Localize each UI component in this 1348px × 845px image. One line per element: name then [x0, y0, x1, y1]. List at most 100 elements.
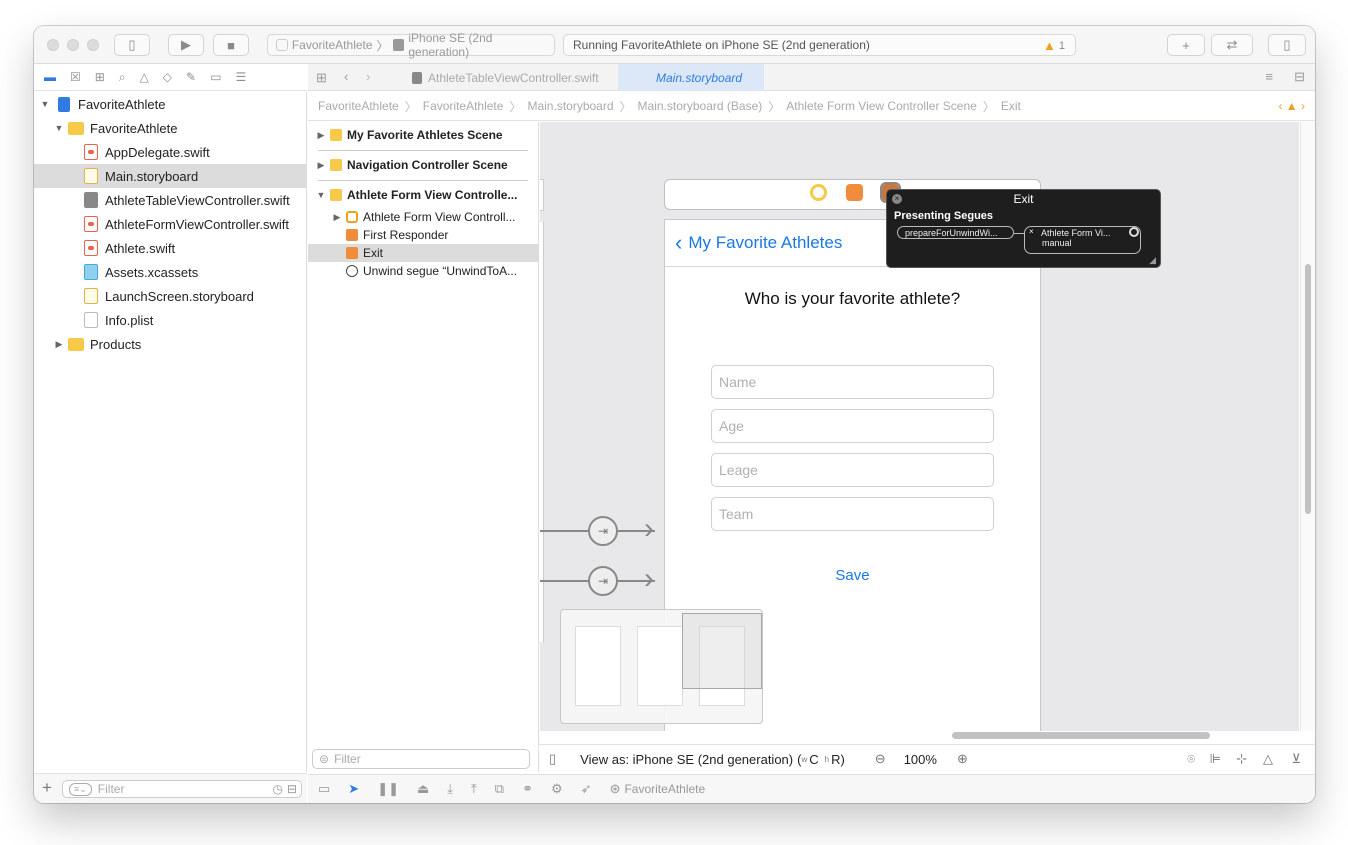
symbol-icon[interactable]: ⊞	[95, 70, 105, 84]
first-responder-icon[interactable]	[846, 184, 863, 201]
toggle-inspector-button[interactable]: ▯	[1268, 34, 1306, 56]
canvas-minimap[interactable]	[560, 609, 763, 724]
breakpoints-toggle-icon[interactable]: ➤	[348, 781, 359, 797]
scroll-thumb[interactable]	[1305, 264, 1311, 514]
breakpoint-icon[interactable]: ▭	[210, 70, 221, 84]
age-field[interactable]: Age	[711, 409, 994, 443]
navigator-filter-input[interactable]: ≡⌄ Filter ◷ ⊟	[62, 780, 302, 798]
filter-options-icon[interactable]: ≡⌄	[69, 782, 92, 796]
list-item[interactable]: AthleteTableViewController.swift	[34, 188, 307, 212]
outline-toggle-icon[interactable]: ▯	[549, 751, 556, 767]
disclosure-open-icon[interactable]: ▼	[54, 123, 64, 133]
save-button[interactable]: Save	[665, 567, 1040, 584]
align-icon[interactable]: ⊫	[1210, 751, 1221, 767]
step-in-icon[interactable]: ⤓	[447, 781, 453, 797]
disclosure-closed-icon[interactable]: ▶	[316, 160, 326, 171]
segue-icon[interactable]: ⇥	[588, 516, 618, 546]
list-item[interactable]: AthleteFormViewController.swift	[34, 212, 307, 236]
list-item[interactable]: ▼ FavoriteAthlete	[34, 116, 307, 140]
connection-circle-icon[interactable]	[1129, 227, 1139, 237]
search-icon[interactable]: ⌕	[119, 70, 126, 85]
back-button[interactable]: My Favorite Athletes	[688, 233, 842, 253]
warning-indicator[interactable]: ▲ 1	[1043, 38, 1065, 53]
source-control-icon[interactable]: ☒	[70, 70, 81, 84]
resize-handle-icon[interactable]: ◢	[1149, 255, 1156, 266]
add-file-button[interactable]: +	[42, 778, 52, 798]
horizontal-scroll-thumb[interactable]	[952, 732, 1210, 739]
breadcrumb[interactable]: Athlete Form View Controller Scene	[786, 99, 977, 113]
library-button[interactable]: +	[1167, 34, 1205, 56]
list-item[interactable]: ▶ Products	[34, 332, 307, 356]
list-item[interactable]: Assets.xcassets	[34, 260, 307, 284]
outline-filter-input[interactable]: ⊜ Filter	[312, 749, 530, 769]
list-item[interactable]: Athlete.swift	[34, 236, 307, 260]
step-out-icon[interactable]: ⤒	[471, 781, 477, 797]
outline-item[interactable]: ▶ Athlete Form View Controll...	[308, 208, 539, 226]
disclosure-open-icon[interactable]: ▼	[316, 190, 326, 200]
resolve-issues-icon[interactable]: △	[1263, 751, 1273, 767]
league-field[interactable]: Leage	[711, 453, 994, 487]
breadcrumb[interactable]: Exit	[1001, 99, 1021, 113]
outline-item[interactable]: First Responder	[308, 226, 539, 244]
outline-item[interactable]: ▼ Athlete Form View Controlle...	[308, 186, 539, 204]
breadcrumb[interactable]: Main.storyboard (Base)	[638, 99, 763, 113]
lines-icon[interactable]: ≡	[1265, 69, 1273, 84]
breadcrumb[interactable]: Main.storyboard	[527, 99, 613, 113]
code-review-button[interactable]: ⇄	[1211, 34, 1253, 56]
segue-source-pill[interactable]: Athlete Form Vi... manual	[1024, 226, 1141, 254]
breadcrumb[interactable]: FavoriteAthlete	[318, 99, 399, 113]
zoom-window-button[interactable]	[87, 39, 99, 51]
issue-nav-icon[interactable]: ‹ ▲ ›	[1278, 99, 1305, 113]
issue-icon[interactable]: △	[140, 70, 149, 84]
segue-icon[interactable]: ⇥	[588, 566, 618, 596]
list-item[interactable]: Info.plist	[34, 308, 307, 332]
outline-item[interactable]: Unwind segue “UnwindToA...	[308, 262, 539, 280]
list-item[interactable]: ▼ FavoriteAthlete	[34, 92, 307, 116]
list-item[interactable]: Main.storyboard	[34, 164, 307, 188]
disclosure-closed-icon[interactable]: ▶	[316, 130, 326, 141]
recent-files-icon[interactable]: ◷	[273, 782, 283, 796]
list-item[interactable]: LaunchScreen.storyboard	[34, 284, 307, 308]
environment-overrides-icon[interactable]: ⚙	[551, 781, 563, 797]
forward-icon[interactable]: ›	[366, 69, 370, 84]
add-constraints-icon[interactable]: ⊹	[1236, 751, 1247, 767]
breadcrumb[interactable]: FavoriteAthlete	[423, 99, 504, 113]
remove-connection-icon[interactable]: ×	[1029, 227, 1034, 236]
stop-button[interactable]: ■	[213, 34, 249, 56]
disclosure-closed-icon[interactable]: ▶	[332, 212, 342, 223]
disclosure-closed-icon[interactable]: ▶	[54, 339, 64, 350]
tab-athlete-table-vc[interactable]: AthleteTableViewController.swift	[400, 64, 618, 91]
pause-icon[interactable]: ❚❚	[377, 781, 399, 797]
source-control-filter-icon[interactable]: ⊟	[287, 782, 297, 796]
zoom-level[interactable]: 100%	[904, 752, 937, 767]
embed-in-icon[interactable]: ⊻	[1291, 751, 1301, 767]
segue-action-pill[interactable]: prepareForUnwindWi...	[897, 226, 1014, 239]
disclosure-open-icon[interactable]: ▼	[40, 99, 50, 109]
minimap-viewport[interactable]	[682, 613, 762, 689]
memory-graph-icon[interactable]: ⚭	[522, 781, 533, 797]
debug-target[interactable]: ⊛ FavoriteAthlete	[610, 781, 706, 797]
report-icon[interactable]: ☰	[235, 70, 246, 84]
view-as-label[interactable]: View as: iPhone SE (2nd generation)	[580, 752, 793, 767]
update-frames-icon[interactable]: ⌾	[1187, 751, 1195, 767]
outline-item[interactable]: ▶ Navigation Controller Scene	[308, 156, 539, 174]
vertical-scrollbar[interactable]	[1300, 122, 1315, 731]
chevron-left-icon[interactable]: ‹	[675, 230, 682, 256]
run-button[interactable]: ▶	[168, 34, 204, 56]
split-editor-icon[interactable]: ⊟	[1294, 69, 1305, 85]
storyboard-canvas[interactable]: ⇥ › ⇥ › ‹ My Favorite Athletes Who is yo…	[540, 122, 1299, 731]
close-window-button[interactable]	[47, 39, 59, 51]
outline-item[interactable]: ▶ My Favorite Athletes Scene	[308, 126, 539, 144]
view-controller-icon[interactable]	[810, 184, 827, 201]
list-item[interactable]: AppDelegate.swift	[34, 140, 307, 164]
debug-icon[interactable]: ✎	[186, 70, 196, 84]
step-over-icon[interactable]: ⏏	[417, 781, 429, 797]
view-hierarchy-icon[interactable]: ⧉	[495, 781, 504, 797]
team-field[interactable]: Team	[711, 497, 994, 531]
location-icon[interactable]: ➶	[581, 781, 592, 797]
folder-icon[interactable]: ▬	[44, 70, 56, 84]
zoom-out-icon[interactable]: ⊖	[875, 751, 886, 767]
tab-main-storyboard[interactable]: Main.storyboard	[618, 64, 764, 91]
toggle-navigator-button[interactable]: ▯	[114, 34, 150, 56]
hide-debug-area-icon[interactable]: ▭	[318, 781, 330, 797]
